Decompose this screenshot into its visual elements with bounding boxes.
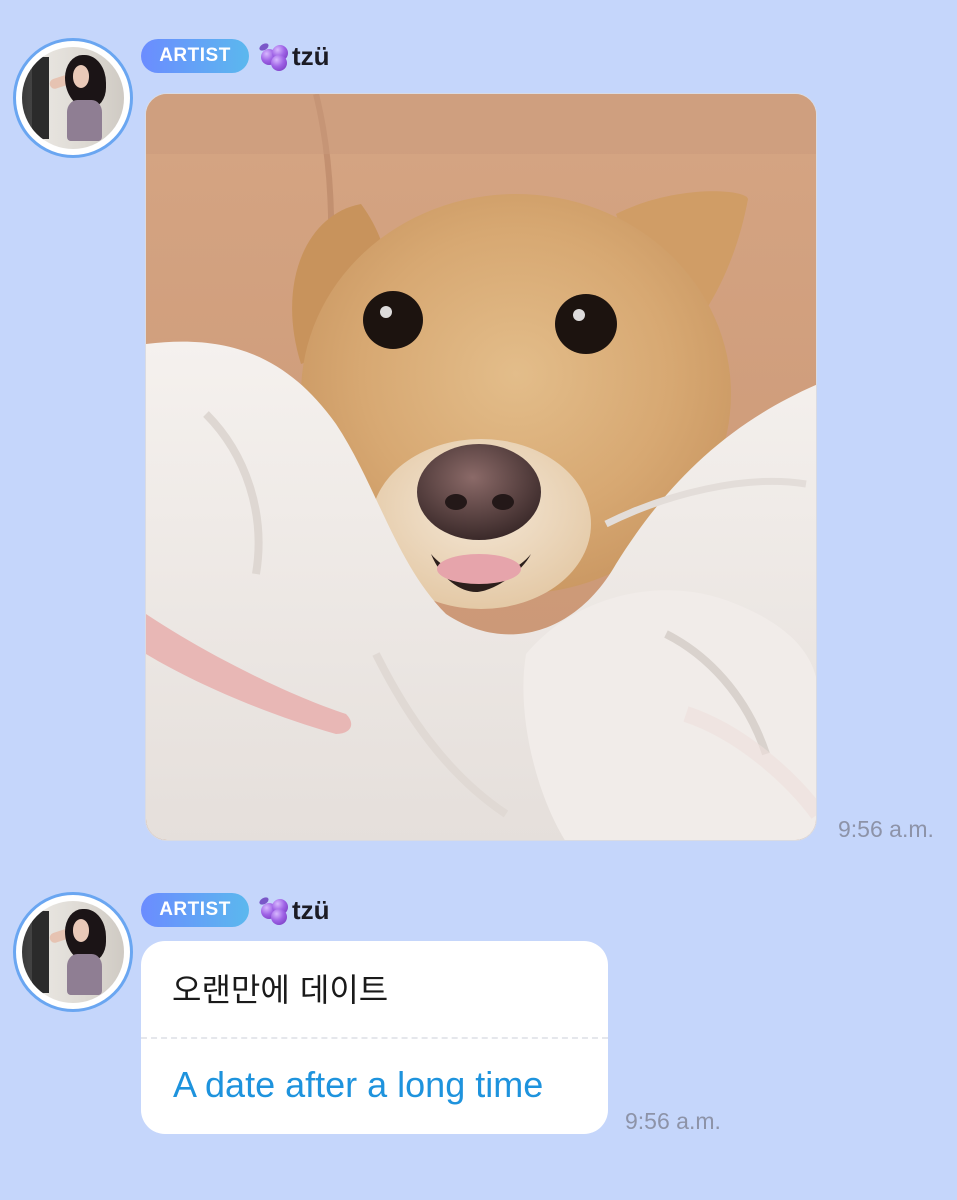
message-timestamp: 9:56 a.m. <box>838 816 934 842</box>
message-timestamp: 9:56 a.m. <box>625 1108 721 1134</box>
text-message-bubble[interactable]: 오랜만에 데이트 A date after a long time <box>141 941 608 1134</box>
message-header: ARTIST tzü <box>141 892 330 928</box>
chat-message-photo: ARTIST tzü 9:56 a.m. <box>0 38 957 858</box>
sender-name: tzü <box>292 894 330 925</box>
chat-message-text: ARTIST tzü 오랜만에 데이트 A date after a long … <box>0 892 957 1142</box>
message-header: ARTIST tzü <box>141 38 330 74</box>
original-message-text: 오랜만에 데이트 <box>172 971 389 1009</box>
avatar-image <box>22 901 124 1003</box>
photo-message[interactable] <box>145 93 817 841</box>
artist-avatar[interactable] <box>13 892 133 1012</box>
grape-emoji-icon <box>258 895 291 925</box>
sender-name: tzü <box>292 40 330 71</box>
grape-emoji-icon <box>258 41 291 71</box>
avatar-image <box>22 47 124 149</box>
artist-avatar[interactable] <box>13 38 133 158</box>
artist-badge: ARTIST <box>141 39 249 73</box>
translation-divider <box>141 1037 608 1039</box>
translated-message-text: A date after a long time <box>173 1064 544 1105</box>
dog-photo <box>146 94 816 840</box>
artist-badge: ARTIST <box>141 893 249 927</box>
